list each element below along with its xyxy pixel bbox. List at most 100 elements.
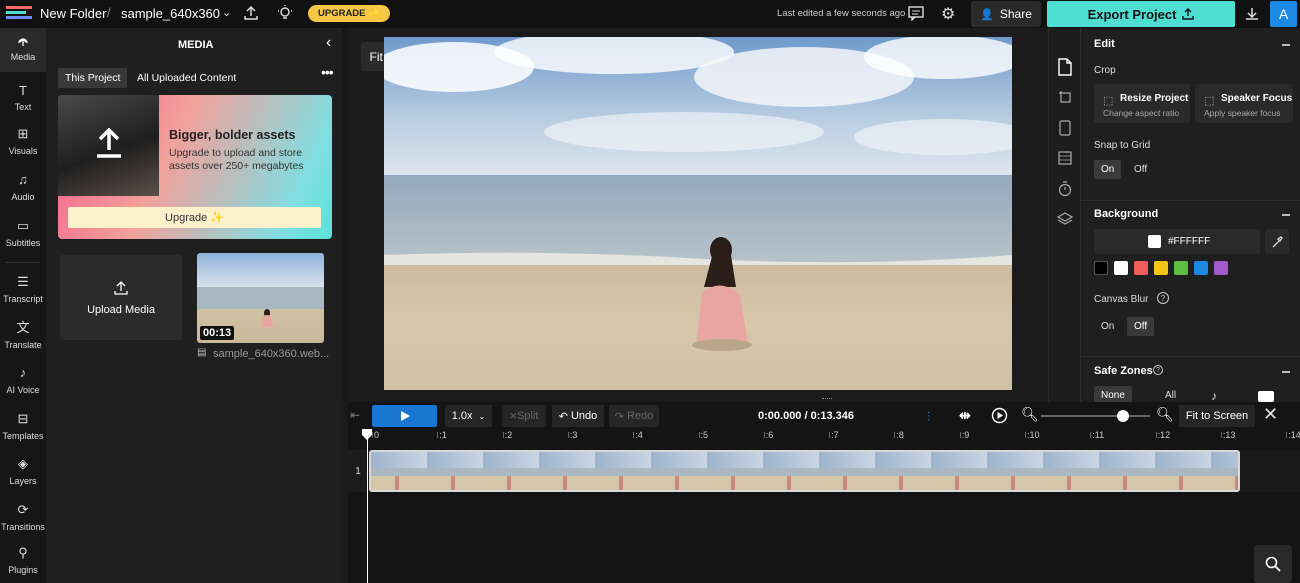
collapse-minus-icon[interactable] [1282, 371, 1290, 373]
split-scissors-icon: ✕ [509, 410, 518, 421]
undo-button[interactable]: ↶ Undo [552, 405, 604, 427]
logo-icon[interactable] [6, 6, 32, 22]
comment-icon[interactable] [908, 6, 924, 21]
rail-item-ai-voice[interactable]: ♪ AI Voice [0, 365, 46, 395]
video-clip-track[interactable] [369, 450, 1240, 492]
export-project-button[interactable]: Export Project [1047, 1, 1235, 27]
swatch-purple[interactable] [1214, 261, 1228, 275]
canvas-blur-label: Canvas Blur [1094, 294, 1149, 305]
rail-item-visuals[interactable]: ⊞ Visuals [0, 126, 46, 156]
playhead[interactable] [367, 430, 368, 583]
help-icon[interactable]: ? [1153, 365, 1163, 375]
rail-item-templates[interactable]: ⊟ Templates [0, 411, 46, 441]
timer-icon[interactable] [1058, 181, 1072, 197]
zoom-in-icon[interactable]: 🔍︎ [1156, 406, 1174, 423]
playhead-handle-icon[interactable] [361, 428, 373, 441]
swatch-black[interactable] [1094, 261, 1108, 275]
edit-section-title: Edit [1094, 38, 1115, 50]
layers-stack-icon[interactable] [1057, 211, 1073, 227]
settings-gear-icon[interactable]: ⚙ [941, 4, 955, 24]
phone-icon[interactable] [1059, 120, 1071, 136]
ruler-tick [959, 432, 961, 438]
ruler-label: :5 [700, 430, 709, 440]
search-button[interactable] [1254, 545, 1292, 583]
close-timeline-icon[interactable]: ✕ [1263, 404, 1278, 425]
rail-item-plugins[interactable]: ⚲ Plugins [0, 545, 46, 575]
path-separator: / [107, 5, 111, 20]
tab-this-project[interactable]: This Project [58, 68, 128, 88]
rail-item-text[interactable]: T Text [0, 83, 46, 112]
swatch-white[interactable] [1114, 261, 1128, 275]
text-icon: T [19, 83, 27, 98]
speed-dropdown[interactable]: 1.0x ⌄ [445, 405, 492, 427]
avatar[interactable]: A [1270, 1, 1297, 27]
rail-item-audio[interactable]: ♫ Audio [0, 172, 46, 202]
rail-item-media[interactable]: Media [0, 28, 46, 72]
play-button[interactable] [372, 405, 437, 427]
download-icon[interactable] [1244, 6, 1260, 22]
upload-media-button[interactable]: Upload Media [60, 255, 182, 340]
youtube-icon[interactable] [1258, 391, 1274, 402]
eyedropper-button[interactable] [1265, 229, 1289, 254]
clip-frames-sand [371, 476, 1238, 490]
blur-off-toggle[interactable]: Off [1127, 317, 1155, 336]
split-button[interactable]: ✕ Split [502, 405, 546, 427]
snap-magnet-icon[interactable]: ⫶ [927, 409, 930, 425]
collapse-left-arrow-icon[interactable]: ⇤ [350, 408, 360, 422]
edit-panel: Edit Crop ⬚ Resize Project Change aspect… [1080, 28, 1300, 402]
timeline: ⇤ 1.0x ⌄ ✕ Split ↶ Undo ↷ Redo 0:00.000 / 0:… [348, 402, 1300, 583]
resize-project-button[interactable]: ⬚ Resize Project Change aspect ratio [1094, 84, 1190, 123]
document-icon[interactable] [1057, 58, 1073, 76]
project-name[interactable]: sample_640x360 [121, 6, 220, 21]
snap-on-toggle[interactable]: On [1094, 160, 1122, 179]
collapse-minus-icon[interactable] [1282, 214, 1290, 216]
safe-zone-all-toggle[interactable]: All [1158, 386, 1183, 402]
redo-button[interactable]: ↷ Redo [609, 405, 659, 427]
video-preview[interactable] [384, 37, 1012, 390]
ruler-label: :6 [765, 430, 774, 440]
safe-zone-none-toggle[interactable]: None [1094, 386, 1132, 402]
fit-to-screen-button[interactable]: Fit to Screen [1179, 405, 1255, 427]
upgrade-pill-button[interactable]: UPGRADE ✨ [308, 5, 390, 22]
rail-item-transitions[interactable]: ⟳ Transitions [0, 502, 46, 532]
more-options-icon[interactable]: ••• [321, 64, 334, 80]
promo-upgrade-button[interactable]: Upgrade ✨ [68, 207, 321, 228]
canvas-resize-grip[interactable] [822, 398, 832, 401]
templates-icon: ⊟ [17, 411, 29, 426]
blur-on-toggle[interactable]: On [1094, 317, 1121, 336]
rail-item-translate[interactable]: 文 Translate [0, 320, 46, 350]
rail-item-layers[interactable]: ◈ Layers [0, 456, 46, 486]
playhead-sync-icon[interactable] [991, 407, 1008, 424]
top-bar: New Folder / sample_640x360 ⌄ UPGRADE ✨ … [0, 0, 1300, 28]
crop-icon[interactable] [1058, 90, 1072, 104]
media-clip-thumbnail[interactable]: 00:13 [197, 253, 324, 343]
tab-all-uploaded[interactable]: All Uploaded Content [130, 68, 243, 88]
swatch-yellow[interactable] [1154, 261, 1168, 275]
grid-icon[interactable] [1058, 151, 1072, 165]
folder-name[interactable]: New Folder [40, 6, 106, 21]
help-icon[interactable]: ? [1157, 292, 1169, 304]
swatch-red[interactable] [1134, 261, 1148, 275]
zoom-out-icon[interactable]: 🔍︎ [1021, 406, 1039, 423]
upload-icon[interactable] [243, 5, 259, 21]
chevron-down-icon[interactable]: ⌄ [222, 6, 231, 19]
background-color-field[interactable]: #FFFFFF [1094, 229, 1260, 254]
zoom-slider[interactable] [1041, 415, 1150, 417]
fit-width-icon[interactable]: ⇹ [959, 407, 971, 424]
swatch-blue[interactable] [1194, 261, 1208, 275]
clip-filename[interactable]: sample_640x360.web... [213, 348, 329, 360]
zoom-slider-handle[interactable] [1117, 410, 1129, 422]
rail-item-subtitles[interactable]: ▭ Subtitles [0, 218, 46, 248]
ruler-tick [894, 432, 896, 438]
swatch-green[interactable] [1174, 261, 1188, 275]
tool-strip [1048, 28, 1080, 402]
rail-item-transcript[interactable]: ☰ Transcript [0, 274, 46, 304]
share-button[interactable]: 👤 Share [971, 1, 1041, 27]
tiktok-icon[interactable]: ♪ [1211, 389, 1217, 402]
collapse-minus-icon[interactable] [1282, 44, 1290, 46]
lightbulb-icon[interactable] [277, 5, 293, 22]
snap-off-toggle[interactable]: Off [1127, 160, 1154, 179]
collapse-chevron-icon[interactable]: ‹ [326, 34, 331, 52]
speaker-focus-button[interactable]: ⬚ Speaker Focus Apply speaker focus [1195, 84, 1293, 123]
ruler-label: :9 [961, 430, 970, 440]
